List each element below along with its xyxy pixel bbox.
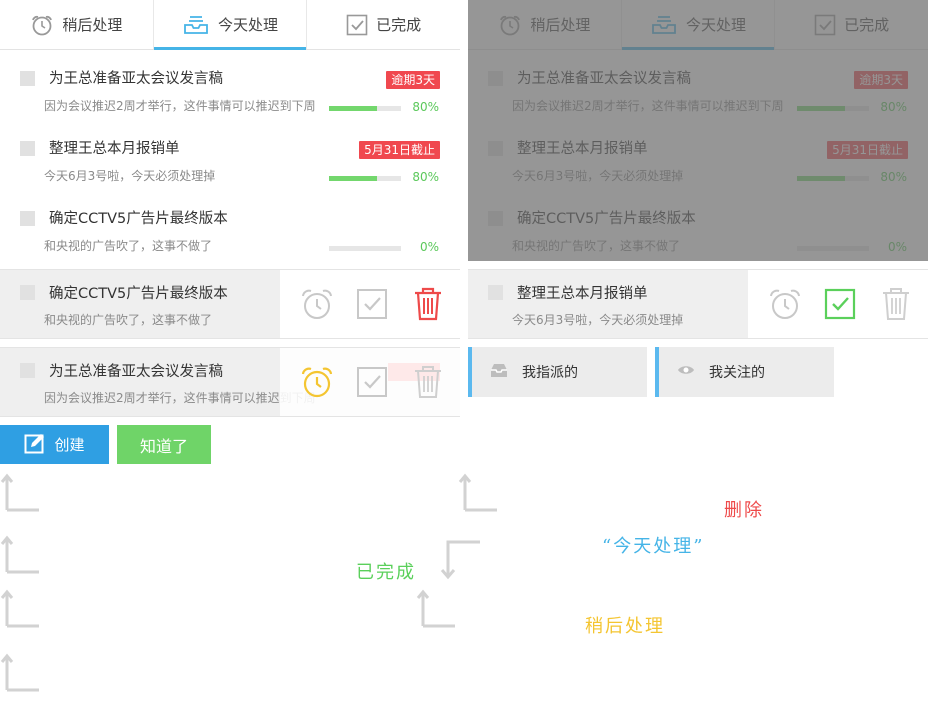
progress-bar xyxy=(329,176,401,181)
swipe-row-done[interactable]: 整理王总本月报销单 今天6月3号啦，今天必须处理掉 xyxy=(468,269,928,339)
alarm-clock-icon[interactable] xyxy=(297,362,337,402)
task-description: 和央视的广告吹了，这事不做了 xyxy=(44,313,213,327)
tab-done[interactable]: 已完成 xyxy=(306,0,460,49)
task-checkbox[interactable] xyxy=(20,285,35,300)
dim-overlay xyxy=(468,0,928,261)
task-checkbox[interactable] xyxy=(20,71,35,86)
checkbox-icon[interactable] xyxy=(352,284,392,324)
create-label: 创建 xyxy=(54,436,85,454)
checkbox-icon[interactable] xyxy=(352,362,392,402)
task-checkbox[interactable] xyxy=(20,363,35,378)
task-description: 今天6月3号啦，今天必须处理掉 xyxy=(44,169,216,183)
task-checkbox[interactable] xyxy=(20,211,35,226)
tab-done-label: 已完成 xyxy=(376,16,422,34)
tab-today[interactable]: 今天处理 xyxy=(152,0,307,50)
note-delete: 删除 xyxy=(724,500,764,521)
task-checkbox[interactable] xyxy=(20,141,35,156)
task-title: 为王总准备亚太会议发言稿 xyxy=(49,364,223,380)
checkbox-icon[interactable] xyxy=(820,284,860,324)
task-title: 整理王总本月报销单 xyxy=(49,141,180,157)
hint-arrow xyxy=(440,540,480,580)
task-checkbox[interactable] xyxy=(488,285,503,300)
task-description: 因为会议推迟2周才举行，这件事情可以推迟到下周 xyxy=(44,391,316,405)
edit-icon xyxy=(24,432,46,458)
eye-icon xyxy=(677,364,695,380)
hint-arrow xyxy=(0,535,39,574)
alarm-clock-icon[interactable] xyxy=(765,284,805,324)
note-done: 已完成 xyxy=(356,562,416,583)
inbox-icon xyxy=(490,362,508,382)
task-title: 确定CCTV5广告片最终版本 xyxy=(49,286,228,302)
hint-arrow xyxy=(0,473,39,512)
progress-fill xyxy=(329,106,378,111)
progress-fill xyxy=(329,176,378,181)
status-badge: 逾期3天 xyxy=(386,71,440,89)
filter-following-label: 我关注的 xyxy=(709,365,765,381)
task-description: 和央视的广告吹了，这事不做了 xyxy=(44,239,213,253)
swipe-actions xyxy=(280,348,460,416)
swipe-row-delete[interactable]: 确定CCTV5广告片最终版本 和央视的广告吹了，这事不做了 xyxy=(0,269,460,339)
list-item[interactable]: 整理王总本月报销单 5月31日截止 今天6月3号啦，今天必须处理掉 80% xyxy=(0,124,460,194)
task-title: 为王总准备亚太会议发言稿 xyxy=(49,71,223,87)
list-item[interactable]: 确定CCTV5广告片最终版本 和央视的广告吹了，这事不做了 0% xyxy=(0,194,460,264)
filter-following[interactable]: 我关注的 xyxy=(655,347,834,397)
note-today: “今天处理” xyxy=(602,536,705,557)
swipe-actions xyxy=(748,270,928,338)
progress-bar xyxy=(329,106,401,111)
progress-bar xyxy=(329,246,401,251)
task-description: 今天6月3号啦，今天必须处理掉 xyxy=(512,313,684,327)
progress-percent: 0% xyxy=(419,240,439,254)
trash-icon[interactable] xyxy=(408,284,448,324)
got-it-button[interactable]: 知道了 xyxy=(117,425,211,464)
trash-icon[interactable] xyxy=(876,284,916,324)
swipe-actions xyxy=(280,270,460,338)
create-button[interactable]: 创建 xyxy=(0,425,109,464)
got-it-label: 知道了 xyxy=(139,436,188,456)
hint-arrow xyxy=(458,473,497,512)
tab-today-label: 今天处理 xyxy=(218,16,279,34)
task-title: 确定CCTV5广告片最终版本 xyxy=(49,211,228,227)
hint-arrow xyxy=(416,589,455,628)
inbox-tray-icon xyxy=(182,14,210,36)
swipe-row-later[interactable]: 为王总准备亚太会议发言稿 因为会议推迟2周才举行，这件事情可以推迟到下周 xyxy=(0,347,460,417)
alarm-clock-icon xyxy=(30,14,54,36)
task-title: 整理王总本月报销单 xyxy=(517,286,648,302)
checkbox-icon xyxy=(346,14,368,36)
task-description: 因为会议推迟2周才举行，这件事情可以推迟到下周 xyxy=(44,99,316,113)
status-badge: 5月31日截止 xyxy=(359,141,440,159)
left-panel: 稍后处理 今天处理 已完成 为王总准备亚太会议发言稿 逾期3天 因为会议推迟2周… xyxy=(0,0,460,716)
tab-later[interactable]: 稍后处理 xyxy=(0,0,153,49)
tab-bar: 稍后处理 今天处理 已完成 xyxy=(0,0,460,50)
list-item[interactable]: 为王总准备亚太会议发言稿 逾期3天 因为会议推迟2周才举行，这件事情可以推迟到下… xyxy=(0,54,460,124)
right-panel: 稍后处理 今天处理 已完成 为王总准备亚太会议发言稿 逾期3天 因为会议推迟2周… xyxy=(416,0,928,716)
filter-assigned[interactable]: 我指派的 xyxy=(468,347,647,397)
tab-later-label: 稍后处理 xyxy=(62,16,123,34)
trash-icon[interactable] xyxy=(408,362,448,402)
hint-arrow xyxy=(0,653,39,692)
alarm-clock-icon[interactable] xyxy=(297,284,337,324)
filter-assigned-label: 我指派的 xyxy=(522,365,578,381)
progress-percent: 80% xyxy=(412,100,439,114)
progress-percent: 80% xyxy=(412,170,439,184)
hint-arrow xyxy=(0,589,39,628)
note-later: 稍后处理 xyxy=(585,616,665,637)
